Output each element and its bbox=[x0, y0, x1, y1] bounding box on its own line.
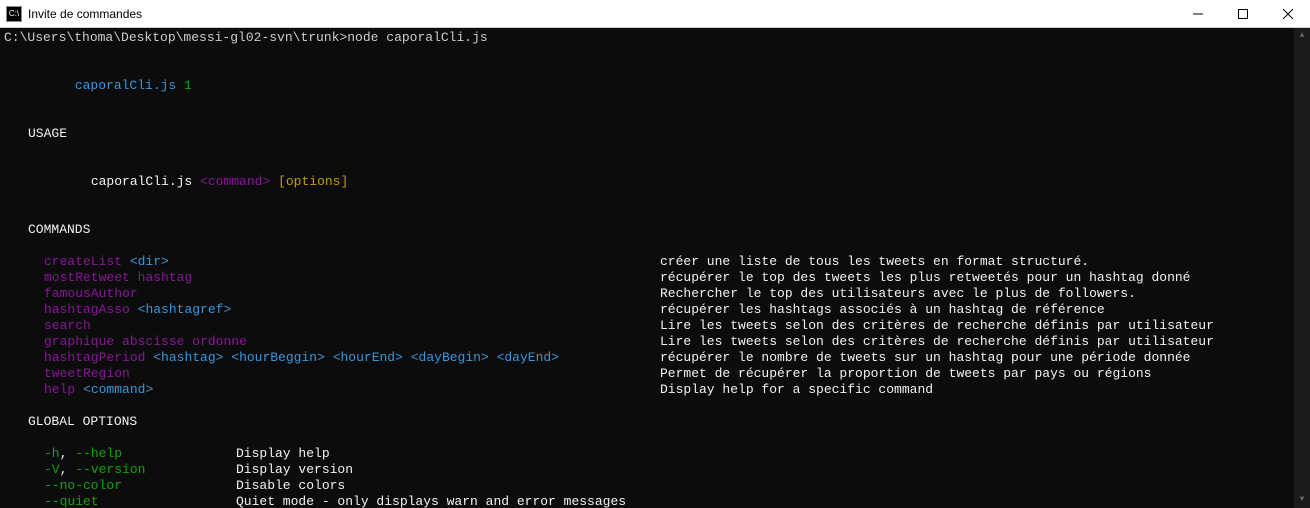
scrollbar[interactable]: ▲ ▼ bbox=[1294, 28, 1310, 508]
command-arg: <hashtag> bbox=[153, 350, 223, 365]
usage-line: caporalCli.js <command> [options] bbox=[4, 158, 1290, 206]
titlebar-left: C:\ Invite de commandes bbox=[0, 6, 142, 22]
command-arg: <hashtagref> bbox=[138, 302, 232, 317]
command-arg: <dayEnd> bbox=[497, 350, 559, 365]
command-row: mostRetweet hashtag récupérer le top des … bbox=[4, 270, 1290, 286]
command-description: récupérer le nombre de tweets sur un has… bbox=[660, 350, 1191, 366]
command-name: createList bbox=[44, 254, 122, 269]
commands-heading: COMMANDS bbox=[4, 222, 1290, 238]
option-row: --no-color Disable colors bbox=[4, 478, 1290, 494]
global-options-heading: GLOBAL OPTIONS bbox=[4, 414, 1290, 430]
command-name: search bbox=[44, 318, 91, 333]
command-row: famousAuthor Rechercher le top des utilis… bbox=[4, 286, 1290, 302]
option-flag: -h bbox=[44, 446, 60, 461]
command-row: help <command> Display help for a specifi… bbox=[4, 382, 1290, 398]
command-row: tweetRegion Permet de récupérer la propor… bbox=[4, 366, 1290, 382]
command-description: récupérer le top des tweets les plus ret… bbox=[660, 270, 1191, 286]
command-row: graphique abscisse ordonne Lire les tweet… bbox=[4, 334, 1290, 350]
command-name: hashtagAsso bbox=[44, 302, 130, 317]
option-description: Display help bbox=[236, 446, 330, 462]
command-arg: <dayBegin> bbox=[411, 350, 489, 365]
prompt-line: C:\Users\thoma\Desktop\messi-gl02-svn\tr… bbox=[4, 30, 1290, 46]
command-name: graphique bbox=[44, 334, 114, 349]
titlebar-controls bbox=[1175, 0, 1310, 28]
command-row: search Lire les tweets selon des critères… bbox=[4, 318, 1290, 334]
terminal-body[interactable]: C:\Users\thoma\Desktop\messi-gl02-svn\tr… bbox=[0, 28, 1310, 508]
command-description: Display help for a specific command bbox=[660, 382, 933, 398]
scrollbar-up-icon[interactable]: ▲ bbox=[1294, 28, 1310, 44]
command-description: Lire les tweets selon des critères de re… bbox=[660, 318, 1214, 334]
command-description: Rechercher le top des utilisateurs avec … bbox=[660, 286, 1136, 302]
command-arg: <dir> bbox=[130, 254, 169, 269]
window-titlebar: C:\ Invite de commandes bbox=[0, 0, 1310, 28]
option-flag: -V bbox=[44, 462, 60, 477]
option-flag: --help bbox=[75, 446, 122, 461]
cmd-icon: C:\ bbox=[6, 6, 22, 22]
command-name: mostRetweet bbox=[44, 270, 130, 285]
option-row: -V, --versionDisplay version bbox=[4, 462, 1290, 478]
program-header: caporalCli.js 1 bbox=[4, 62, 1290, 110]
minimize-button[interactable] bbox=[1175, 0, 1220, 28]
usage-heading: USAGE bbox=[4, 126, 1290, 142]
option-row: --quiet Quiet mode - only displays warn a… bbox=[4, 494, 1290, 508]
option-flag: --quiet bbox=[44, 494, 99, 508]
command-arg: <hourBeggin> bbox=[231, 350, 325, 365]
command-description: récupérer les hashtags associés à un has… bbox=[660, 302, 1105, 318]
command-name: hashtagPeriod bbox=[44, 350, 145, 365]
command-name: tweetRegion bbox=[44, 366, 130, 381]
command-row: hashtagPeriod <hashtag> <hourBeggin> <ho… bbox=[4, 350, 1290, 366]
command-arg: hashtag bbox=[138, 270, 193, 285]
maximize-button[interactable] bbox=[1220, 0, 1265, 28]
command-row: hashtagAsso <hashtagref> récupérer les ha… bbox=[4, 302, 1290, 318]
close-button[interactable] bbox=[1265, 0, 1310, 28]
command-arg: ordonne bbox=[192, 334, 247, 349]
command-row: createList <dir> créer une liste de tous … bbox=[4, 254, 1290, 270]
command-arg: <command> bbox=[83, 382, 153, 397]
option-description: Display version bbox=[236, 462, 353, 478]
command-name: help bbox=[44, 382, 75, 397]
option-description: Quiet mode - only displays warn and erro… bbox=[236, 494, 626, 508]
option-description: Disable colors bbox=[236, 478, 345, 494]
option-row: -h, --helpDisplay help bbox=[4, 446, 1290, 462]
option-flag: --version bbox=[75, 462, 145, 477]
window-title: Invite de commandes bbox=[28, 7, 142, 21]
scrollbar-down-icon[interactable]: ▼ bbox=[1294, 492, 1310, 508]
command-arg: abscisse bbox=[122, 334, 184, 349]
command-description: Permet de récupérer la proportion de twe… bbox=[660, 366, 1151, 382]
option-flag: --no-color bbox=[44, 478, 122, 493]
command-description: créer une liste de tous les tweets en fo… bbox=[660, 254, 1089, 270]
command-description: Lire les tweets selon des critères de re… bbox=[660, 334, 1214, 350]
command-arg: <hourEnd> bbox=[333, 350, 403, 365]
command-name: famousAuthor bbox=[44, 286, 138, 301]
